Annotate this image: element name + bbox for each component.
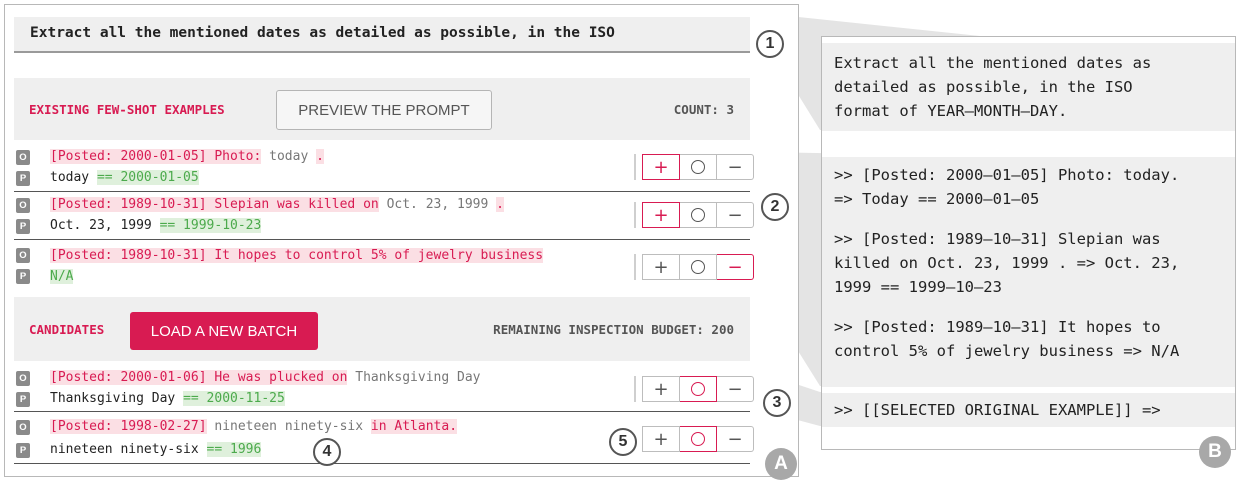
add-button[interactable]: + xyxy=(642,202,680,228)
rating-buttons: + − xyxy=(634,202,754,228)
context-text: [Posted: 1998-02-27] xyxy=(50,419,207,434)
prompt-selected: >> [[SELECTED ORIGINAL EXAMPLE]] => xyxy=(834,401,1161,419)
add-button[interactable]: + xyxy=(642,254,680,280)
original-badge: O xyxy=(16,248,30,263)
panel-b-label: B xyxy=(1199,436,1231,468)
rating-buttons: + − xyxy=(634,426,754,452)
span-text: today xyxy=(269,149,309,164)
prompt-examples-box: >> [Posted: 2000–01–05] Photo: today. =>… xyxy=(822,157,1235,387)
prediction-badge: P xyxy=(16,269,30,284)
prompt-selected-box: >> [[SELECTED ORIGINAL EXAMPLE]] => xyxy=(822,393,1235,427)
circle-icon xyxy=(691,382,705,396)
prediction-text: nineteen ninety-six == 1996 xyxy=(50,442,262,457)
panel-a-label: A xyxy=(765,448,797,480)
context-tail: in Atlanta. xyxy=(370,419,458,434)
span-text: Thanksgiving Day xyxy=(355,370,481,385)
prediction-value: == 2000-11-25 xyxy=(183,391,285,406)
context-tail: . xyxy=(496,197,504,212)
original-text: [Posted: 1998-02-27] nineteen ninety-six… xyxy=(50,419,458,434)
example-row: O P [Posted: 2000-01-05] Photo: today . … xyxy=(14,148,754,192)
rating-buttons: + − xyxy=(634,254,754,280)
candidates-title: CANDIDATES xyxy=(29,322,105,337)
prediction-value: == 1996 xyxy=(206,442,262,457)
prompt-example: >> [Posted: 1989–10–31] Slepian was kill… xyxy=(834,230,1180,296)
prediction-text: Oct. 23, 1999 == 1999-10-23 xyxy=(50,218,262,233)
marker-5: 5 xyxy=(609,428,637,456)
original-text: [Posted: 1989-10-31] It hopes to control… xyxy=(50,248,544,263)
neutral-button[interactable] xyxy=(680,426,717,452)
rating-buttons: + − xyxy=(634,154,754,180)
add-button[interactable]: + xyxy=(642,154,680,180)
marker-3: 3 xyxy=(763,389,791,417)
add-button[interactable]: + xyxy=(642,376,680,402)
rating-buttons: + − xyxy=(634,376,754,402)
prediction-span: today xyxy=(50,170,90,185)
panel-b: Extract all the mentioned dates as detai… xyxy=(821,36,1236,450)
candidate-row: O P [Posted: 1998-02-27] nineteen ninety… xyxy=(14,416,754,464)
count-label: COUNT: 3 xyxy=(673,102,734,117)
prediction-badge: P xyxy=(16,171,30,186)
span-text: Oct. 23, 1999 xyxy=(386,197,489,212)
neutral-button[interactable] xyxy=(680,254,717,280)
prediction-badge: P xyxy=(16,443,30,458)
remove-button[interactable]: − xyxy=(717,154,754,180)
prediction-value: N/A xyxy=(50,269,74,284)
context-text: [Posted: 1989-10-31] It hopes to control… xyxy=(50,248,544,263)
remove-button[interactable]: − xyxy=(717,202,754,228)
prompt-instruction-box: Extract all the mentioned dates as detai… xyxy=(822,43,1235,131)
prediction-text: Thanksgiving Day == 2000-11-25 xyxy=(50,391,285,406)
original-text: [Posted: 2000-01-06] He was plucked on T… xyxy=(50,370,480,385)
span-text: nineteen ninety-six xyxy=(214,419,364,434)
original-text: [Posted: 1989-10-31] Slepian was killed … xyxy=(50,197,504,212)
prediction-span: Oct. 23, 1999 xyxy=(50,218,152,233)
remove-button[interactable]: − xyxy=(717,426,754,452)
prediction-value: == 1999-10-23 xyxy=(159,218,262,233)
existing-examples-title: EXISTING FEW-SHOT EXAMPLES xyxy=(29,102,225,117)
context-text: [Posted: 2000-01-05] Photo: xyxy=(50,149,262,164)
prompt-example: >> [Posted: 1989–10–31] It hopes to cont… xyxy=(834,318,1180,360)
prediction-text: today == 2000-01-05 xyxy=(50,170,199,185)
original-badge: O xyxy=(16,371,30,386)
original-badge: O xyxy=(16,420,30,435)
marker-1: 1 xyxy=(756,30,784,58)
remove-button[interactable]: − xyxy=(717,376,754,402)
candidates-header: CANDIDATES REMAINING INSPECTION BUDGET: … xyxy=(14,297,750,361)
original-text: [Posted: 2000-01-05] Photo: today . xyxy=(50,149,324,164)
prediction-text: N/A xyxy=(50,269,74,284)
prediction-span: Thanksgiving Day xyxy=(50,391,176,406)
load-batch-button[interactable]: LOAD A NEW BATCH xyxy=(130,312,318,350)
marker-4: 4 xyxy=(313,438,341,466)
instruction-bar[interactable]: Extract all the mentioned dates as detai… xyxy=(14,17,750,53)
neutral-button[interactable] xyxy=(680,202,717,228)
marker-2: 2 xyxy=(761,193,789,221)
preview-prompt-button[interactable]: PREVIEW THE PROMPT xyxy=(276,90,492,130)
remove-button[interactable]: − xyxy=(717,254,754,280)
context-tail: . xyxy=(316,149,324,164)
instruction-text[interactable]: Extract all the mentioned dates as detai… xyxy=(30,25,615,41)
prompt-instruction: Extract all the mentioned dates as detai… xyxy=(834,54,1152,120)
add-button[interactable]: + xyxy=(642,426,680,452)
prediction-badge: P xyxy=(16,392,30,407)
prediction-span: nineteen ninety-six xyxy=(50,442,199,457)
circle-icon xyxy=(691,432,705,446)
context-text: [Posted: 1989-10-31] Slepian was killed … xyxy=(50,197,379,212)
neutral-button[interactable] xyxy=(680,154,717,180)
candidate-row: O P [Posted: 2000-01-06] He was plucked … xyxy=(14,368,754,412)
prediction-badge: P xyxy=(16,219,30,234)
neutral-button[interactable] xyxy=(680,376,717,402)
circle-icon xyxy=(691,208,705,222)
prompt-example: >> [Posted: 2000–01–05] Photo: today. =>… xyxy=(834,166,1180,208)
example-row: O P [Posted: 1989-10-31] Slepian was kil… xyxy=(14,196,754,240)
original-badge: O xyxy=(16,198,30,213)
prediction-value: == 2000-01-05 xyxy=(96,170,199,185)
circle-icon xyxy=(691,260,705,274)
example-row: O P [Posted: 1989-10-31] It hopes to con… xyxy=(14,244,754,290)
context-text: [Posted: 2000-01-06] He was plucked on xyxy=(50,370,348,385)
circle-icon xyxy=(691,160,705,174)
original-badge: O xyxy=(16,150,30,165)
budget-label: REMAINING INSPECTION BUDGET: 200 xyxy=(493,322,734,337)
